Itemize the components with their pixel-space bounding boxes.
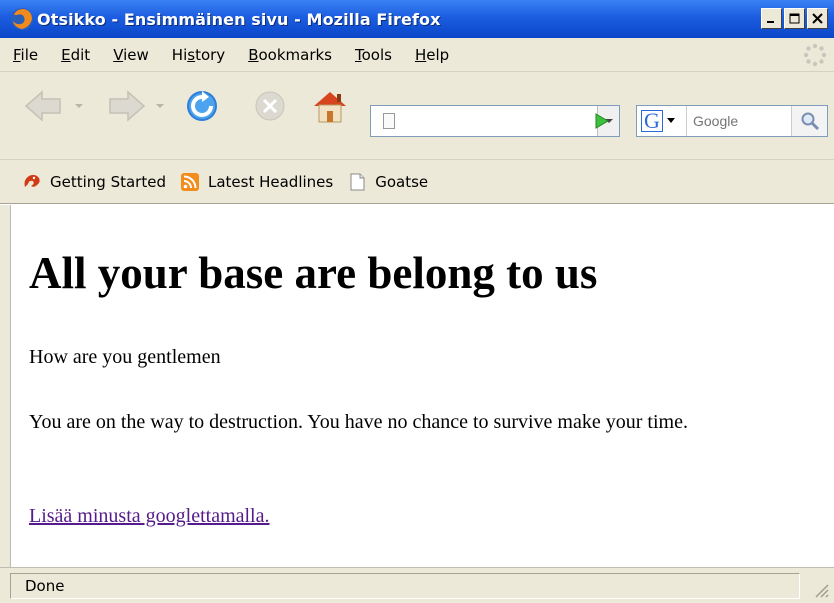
minimize-button[interactable] — [761, 8, 782, 29]
throbber-icon — [803, 43, 827, 67]
menu-edit[interactable]: Edit — [61, 46, 90, 64]
window-frame-left — [0, 205, 10, 567]
forward-dropdown-icon[interactable] — [155, 102, 165, 110]
rss-icon — [180, 172, 199, 191]
home-icon[interactable] — [306, 86, 354, 126]
magnifier-icon — [801, 112, 819, 131]
paragraph-destruction: You are on the way to destruction. You h… — [29, 411, 688, 433]
minimize-icon — [767, 21, 774, 23]
window-title: Otsikko - Ensimmäinen sivu - Mozilla Fir… — [37, 9, 441, 29]
reload-icon[interactable] — [178, 86, 226, 126]
bookmark-label: Getting Started — [50, 172, 166, 191]
menu-bookmarks[interactable]: Bookmarks — [248, 46, 332, 64]
title-bar: Otsikko - Ensimmäinen sivu - Mozilla Fir… — [0, 0, 834, 38]
maximize-button[interactable] — [784, 8, 805, 29]
search-input[interactable] — [687, 113, 791, 129]
search-engine-selector[interactable]: G — [637, 106, 687, 136]
menu-file[interactable]: File — [13, 46, 38, 64]
bookmarks-toolbar: Getting Started Latest Headlines Goatse — [0, 160, 834, 204]
resize-grip-icon[interactable] — [810, 579, 830, 599]
bookmark-label: Goatse — [375, 172, 429, 191]
menu-view[interactable]: View — [113, 46, 149, 64]
page-icon — [383, 113, 395, 129]
navigation-toolbar: G — [0, 72, 834, 160]
go-button[interactable] — [587, 108, 615, 134]
bookmark-label: Latest Headlines — [207, 172, 334, 191]
menu-help[interactable]: Help — [415, 46, 449, 64]
search-box: G — [636, 105, 828, 137]
address-bar[interactable] — [370, 105, 620, 137]
status-bar: Done — [0, 567, 834, 603]
firefox-logo-icon — [11, 8, 33, 30]
stop-icon[interactable] — [246, 86, 294, 126]
page-heading: All your base are belong to us — [29, 248, 598, 298]
bookmark-getting-started[interactable]: Getting Started — [22, 172, 166, 192]
back-dropdown-icon[interactable] — [74, 102, 84, 110]
page-icon — [350, 173, 365, 190]
back-arrow-icon[interactable] — [20, 86, 68, 126]
status-text: Done — [10, 572, 800, 599]
menu-bar: File Edit View History Bookmarks Tools H… — [0, 38, 834, 72]
google-search-link[interactable]: Lisää minusta googlettamalla. — [29, 505, 270, 528]
paragraph-greeting: How are you gentlemen — [29, 346, 221, 368]
google-icon: G — [641, 110, 663, 132]
page-content: All your base are belong to us How are y… — [10, 205, 834, 567]
close-icon — [812, 13, 823, 24]
window-controls — [761, 8, 828, 29]
chevron-down-icon — [667, 118, 675, 123]
bookmark-latest-headlines[interactable]: Latest Headlines — [180, 172, 333, 192]
search-button[interactable] — [791, 106, 827, 136]
maximize-icon — [789, 13, 800, 24]
forward-arrow-icon[interactable] — [102, 86, 150, 126]
menu-history[interactable]: History — [172, 46, 225, 64]
close-button[interactable] — [807, 8, 828, 29]
url-input[interactable] — [395, 108, 597, 134]
firefox-icon — [24, 174, 40, 187]
bookmark-goatse[interactable]: Goatse — [347, 172, 428, 192]
go-arrow-icon — [595, 113, 609, 129]
menu-tools[interactable]: Tools — [355, 46, 392, 64]
